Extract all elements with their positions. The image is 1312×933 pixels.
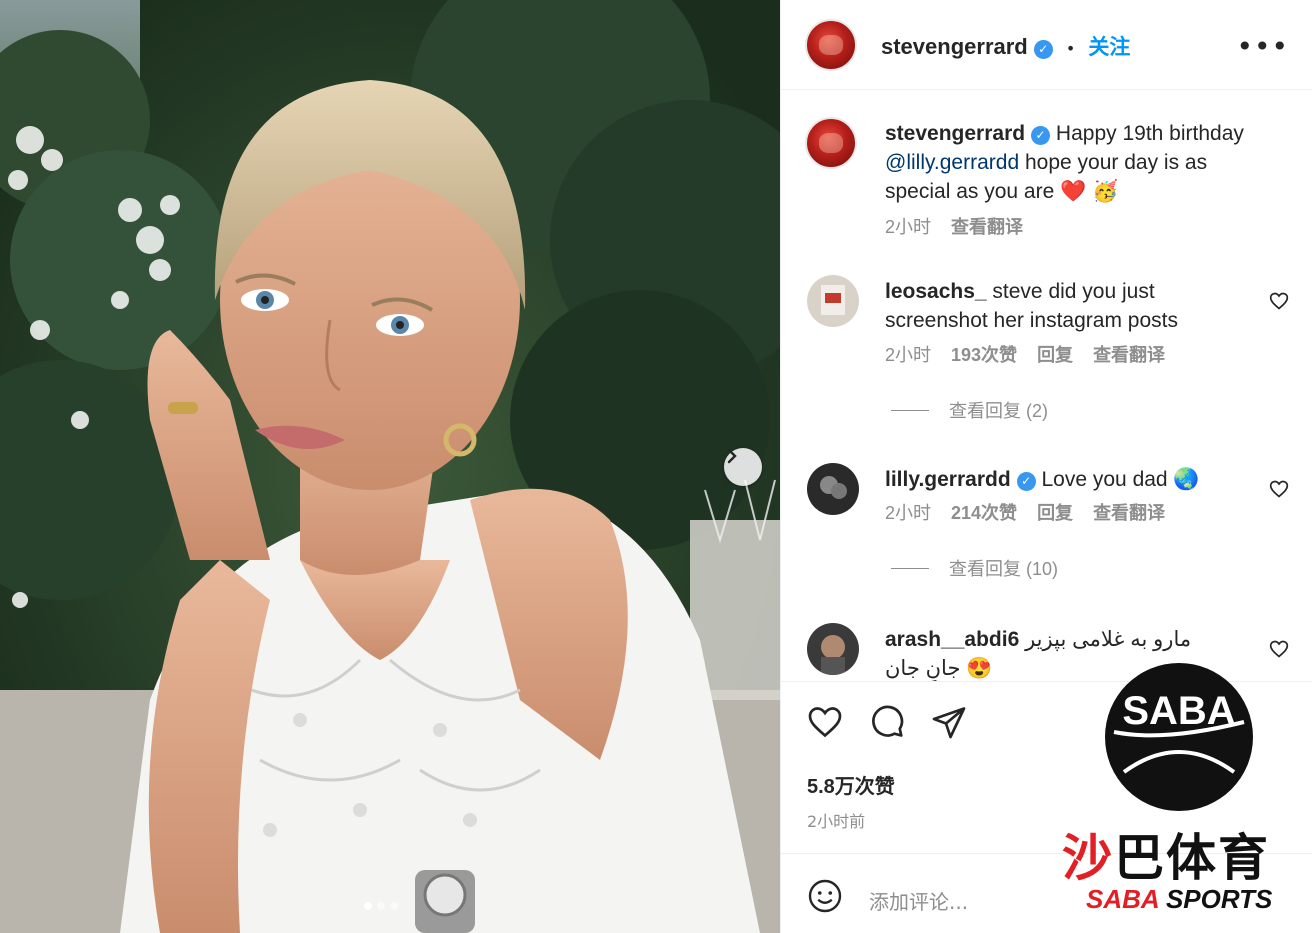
comment-meta: 2小时 214次赞 回复 查看翻译 <box>885 499 1165 525</box>
translate-button[interactable]: 查看翻译 <box>1093 499 1165 525</box>
saba-chinese-red: 沙 <box>1062 829 1114 887</box>
caption-username[interactable]: stevengerrard <box>885 122 1025 145</box>
view-replies-line <box>891 567 929 569</box>
saba-chinese-wordmark: 沙巴体育 <box>1062 818 1270 890</box>
caption-meta: 2小时 查看翻译 <box>885 213 1023 239</box>
commenter-avatar[interactable] <box>807 275 859 327</box>
view-replies-button[interactable]: 查看回复 (2) <box>891 397 1048 423</box>
saba-english-wordmark: SABA SPORTS <box>1086 884 1272 915</box>
next-image-button[interactable] <box>724 448 762 486</box>
comment-time: 2小时 <box>885 503 932 523</box>
avatar-image <box>820 476 847 499</box>
reply-button[interactable]: 回复 <box>1037 341 1073 367</box>
comment-time: 2小时 <box>885 345 932 365</box>
translate-button[interactable]: 查看翻译 <box>1093 341 1165 367</box>
commenter-avatar[interactable] <box>807 463 859 515</box>
carousel-dot <box>377 902 385 910</box>
post-photo-illustration <box>0 0 780 933</box>
caption-text: stevengerrard ✓ Happy 19th birthday @lill… <box>885 119 1255 206</box>
comment-username[interactable]: lilly.gerrardd <box>885 468 1011 491</box>
view-replies-label: 查看回复 (10) <box>949 559 1059 579</box>
verified-badge-icon: ✓ <box>1016 472 1036 491</box>
like-comment-heart-icon[interactable] <box>1269 479 1289 499</box>
emoji-icon[interactable] <box>807 878 843 914</box>
caption-mention[interactable]: @lilly.gerrardd <box>885 151 1019 174</box>
saba-logo-letters: SABA <box>1122 689 1235 733</box>
verified-badge-icon: ✓ <box>1031 126 1051 145</box>
comment-username[interactable]: leosachs_ <box>885 280 987 303</box>
carousel-indicator <box>364 902 398 910</box>
comment-icon[interactable] <box>869 704 905 740</box>
avatar-image <box>821 285 845 315</box>
comment-body: Love you dad 🌏 <box>1041 468 1200 491</box>
posted-time: 2小时前 <box>807 812 866 831</box>
caption-translate-button[interactable]: 查看翻译 <box>951 213 1023 239</box>
view-replies-button[interactable]: 查看回复 (10) <box>891 555 1058 581</box>
post-image[interactable] <box>0 0 780 933</box>
add-comment-input[interactable]: 添加评论... <box>869 886 968 915</box>
commenter-avatar[interactable] <box>807 623 859 675</box>
caption-text-before: Happy 19th birthday <box>1055 122 1244 145</box>
comment-text: leosachs_ steve did you just screenshot … <box>885 277 1255 335</box>
comment-username[interactable]: arash__abdi6 <box>885 628 1019 651</box>
caption-time: 2小时 <box>885 217 932 237</box>
avatar-image <box>821 635 845 675</box>
comments-list[interactable]: stevengerrard ✓ Happy 19th birthday @lill… <box>781 91 1312 681</box>
like-comment-heart-icon[interactable] <box>1269 639 1289 659</box>
comment-meta: 2小时 193次赞 回复 查看翻译 <box>885 341 1165 367</box>
saba-english-rest: SPORTS <box>1158 884 1273 914</box>
comment-text: lilly.gerrardd ✓ Love you dad 🌏 <box>885 465 1255 494</box>
verified-badge-icon: ✓ <box>1033 40 1053 59</box>
saba-english-red: SABA <box>1086 884 1159 914</box>
post-header: stevengerrard ✓ • 关注 ••• <box>781 0 1312 90</box>
chevron-right-icon <box>727 448 737 464</box>
separator-dot: • <box>1065 39 1076 58</box>
saba-logo: SABA <box>1105 663 1253 811</box>
share-icon[interactable] <box>931 704 967 740</box>
caption-avatar[interactable] <box>805 117 857 169</box>
likes-count[interactable]: 5.8万次赞 <box>807 770 895 799</box>
carousel-dot <box>390 902 398 910</box>
carousel-dot <box>364 902 372 910</box>
comment-likes[interactable]: 214次赞 <box>951 499 1017 525</box>
like-comment-heart-icon[interactable] <box>1269 291 1289 311</box>
view-replies-line <box>891 409 929 411</box>
more-options-icon[interactable]: ••• <box>1236 30 1289 63</box>
reply-button[interactable]: 回复 <box>1037 499 1073 525</box>
author-avatar[interactable] <box>805 19 857 71</box>
author-username[interactable]: stevengerrard <box>881 34 1028 59</box>
view-replies-label: 查看回复 (2) <box>949 401 1048 421</box>
author-line: stevengerrard ✓ • 关注 <box>881 31 1130 61</box>
saba-chinese-rest: 巴体育 <box>1114 829 1270 887</box>
heart-icon[interactable] <box>807 704 843 740</box>
follow-button[interactable]: 关注 <box>1088 36 1130 59</box>
action-icons <box>807 704 967 740</box>
comment-likes[interactable]: 193次赞 <box>951 341 1017 367</box>
